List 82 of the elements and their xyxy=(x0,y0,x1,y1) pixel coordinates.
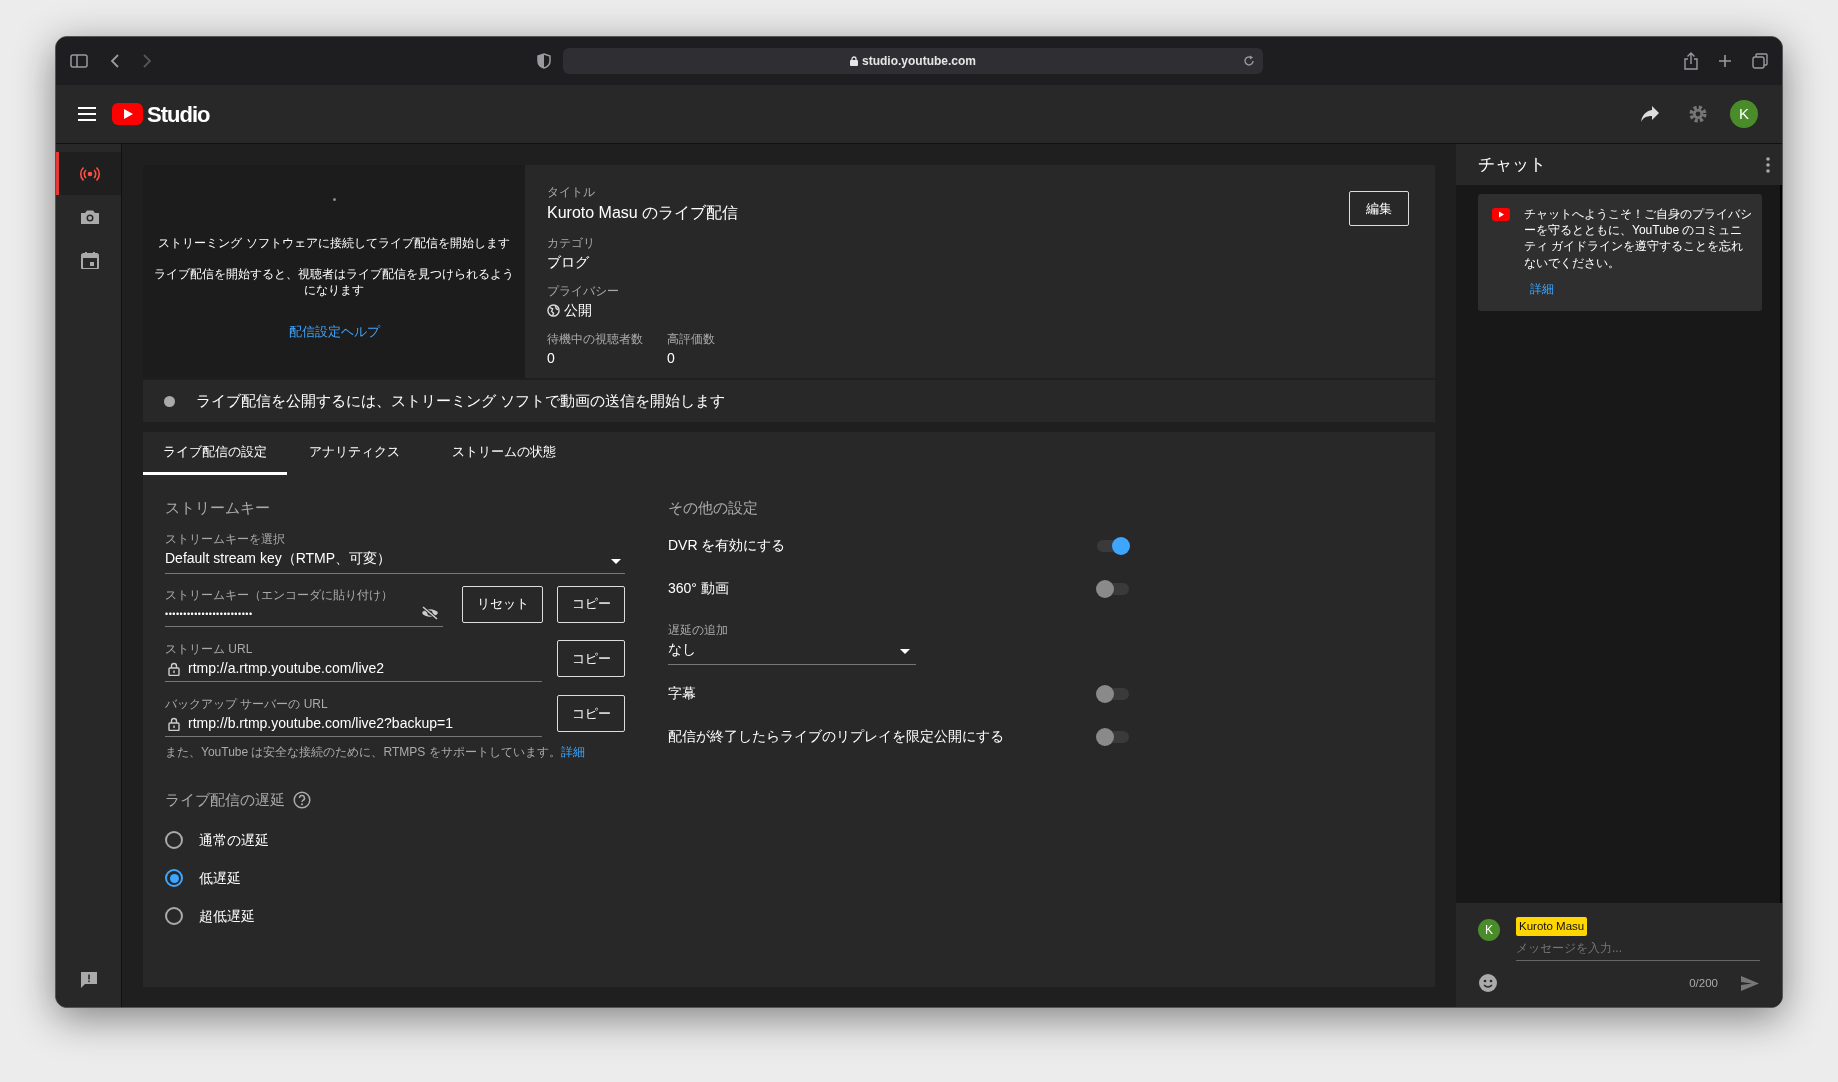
calendar-icon xyxy=(79,250,101,269)
field-label: タイトル xyxy=(547,184,596,201)
send-icon[interactable] xyxy=(1740,974,1760,992)
security-note: また、YouTube は安全な接続のために、RTMPS をサポートしています。詳細 xyxy=(165,744,586,761)
chat-title: チャット xyxy=(1478,153,1546,176)
stream-title: Kuroto Masu のライブ配信 xyxy=(547,203,739,223)
url-field[interactable]: ストリーム URL rtmp://a.rtmp.youtube.com/live2 xyxy=(165,640,542,682)
radio-button[interactable] xyxy=(165,869,183,887)
emoji-icon[interactable] xyxy=(1478,973,1498,994)
preview-message: ストリーミング ソフトウェアに接続してライブ配信を開始します xyxy=(157,236,511,251)
field-value: 公開 xyxy=(564,301,592,320)
more-options-icon[interactable] xyxy=(1766,156,1770,173)
address-bar[interactable]: studio.youtube.com xyxy=(563,48,1263,74)
copy-button[interactable]: コピー xyxy=(557,640,625,677)
stat-value: 0 xyxy=(667,349,676,368)
avatar: K xyxy=(1478,919,1500,941)
status-dot xyxy=(164,395,175,407)
tab[interactable]: アナリティクス xyxy=(287,432,422,475)
stat-label: 待機中の視聴者数 xyxy=(547,331,643,348)
reset-button[interactable]: リセット xyxy=(462,585,543,623)
tabs-icon[interactable] xyxy=(1752,53,1768,69)
hidden-eye-icon[interactable] xyxy=(421,605,439,620)
message-input[interactable]: メッセージを入力... xyxy=(1516,936,1760,962)
shield-icon xyxy=(537,53,551,69)
field-label: カテゴリ xyxy=(547,235,596,252)
setting-label: 360° 動画 xyxy=(668,579,729,598)
studio-logo[interactable]: Studio xyxy=(112,97,210,131)
help-link[interactable]: 配信設定ヘルプ xyxy=(288,323,380,342)
delay-select[interactable]: 遅延の追加 なし xyxy=(668,620,916,665)
stat-value: 0 xyxy=(547,349,556,368)
section-heading: ライブ配信の遅延 xyxy=(165,790,285,810)
help-icon[interactable] xyxy=(293,791,311,810)
avatar[interactable]: K xyxy=(1730,100,1758,128)
lock-icon xyxy=(168,716,180,731)
field-label: プライバシー xyxy=(547,283,620,300)
menu-icon[interactable] xyxy=(78,107,96,121)
field-value: ブログ xyxy=(547,253,590,272)
stream-key-field[interactable]: ストリームキー（エンコーダに貼り付け） •••••••••••••••••••••••• xyxy=(165,585,443,627)
welcome-message: チャットへようこそ！ご自身のプライバシーを守るとともに、YouTube のコミュニティ ガイドラインを遵守することを忘れないでください。 xyxy=(1524,206,1752,271)
status-text: ライブ配信を公開するには、ストリーミング ソフトで動画の送信を開始します xyxy=(196,390,726,411)
play-logo-icon xyxy=(112,103,143,125)
back-icon[interactable] xyxy=(110,54,120,68)
sidebar-item[interactable] xyxy=(56,152,121,195)
setting-label: 字幕 xyxy=(668,684,696,703)
character-counter: 0/200 xyxy=(1689,975,1718,991)
tab[interactable]: ライブ配信の設定 xyxy=(143,432,287,475)
radio-button[interactable] xyxy=(165,907,183,925)
copy-button[interactable]: コピー xyxy=(557,585,625,623)
loading-dot xyxy=(332,198,336,201)
globe-icon xyxy=(547,304,560,317)
dropdown-caret-icon xyxy=(611,558,621,564)
edit-button[interactable]: 編集 xyxy=(1349,191,1409,226)
setting-label: 配信が終了したらライブのリプレイを限定公開にする xyxy=(668,727,1004,746)
lock-icon xyxy=(168,661,180,676)
tab[interactable]: ストリームの状態 xyxy=(422,432,578,475)
plus-icon[interactable] xyxy=(1718,54,1732,68)
copy-button[interactable]: コピー xyxy=(557,695,625,732)
details-link[interactable]: 詳細 xyxy=(1530,280,1752,297)
sidebar-toggle-icon[interactable] xyxy=(70,54,88,68)
dropdown-caret-icon xyxy=(900,648,910,654)
setting-label: DVR を有効にする xyxy=(668,536,786,555)
radio-option[interactable]: 通常の遅延 xyxy=(165,829,625,851)
broadcast-icon xyxy=(79,164,101,183)
lock-icon xyxy=(850,56,858,66)
author-name: Kuroto Masu xyxy=(1516,917,1588,937)
details-link[interactable]: 詳細 xyxy=(560,745,585,759)
section-heading: その他の設定 xyxy=(668,498,759,518)
url-field[interactable]: バックアップ サーバーの URL rtmp://b.rtmp.youtube.com/live2?backup=1 xyxy=(165,695,542,737)
url-text: studio.youtube.com xyxy=(862,53,976,70)
share-arrow-icon[interactable] xyxy=(1640,105,1660,123)
section-heading: ストリームキー xyxy=(165,498,271,518)
radio-option[interactable]: 超低遅延 xyxy=(165,905,625,927)
play-logo-icon xyxy=(1492,208,1510,221)
share-icon[interactable] xyxy=(1684,52,1698,70)
settings-icon[interactable] xyxy=(1688,104,1708,124)
reload-icon[interactable] xyxy=(1243,55,1255,67)
radio-button[interactable] xyxy=(165,831,183,849)
feedback-icon[interactable] xyxy=(79,971,98,989)
radio-option[interactable]: 低遅延 xyxy=(165,867,625,889)
stream-key-select[interactable]: ストリームキーを選択 Default stream key（RTMP、可変） xyxy=(165,529,625,574)
stat-label: 高評価数 xyxy=(667,331,715,348)
preview-message: ライブ配信を開始すると、視聴者はライブ配信を見つけられるようになります xyxy=(153,266,515,299)
